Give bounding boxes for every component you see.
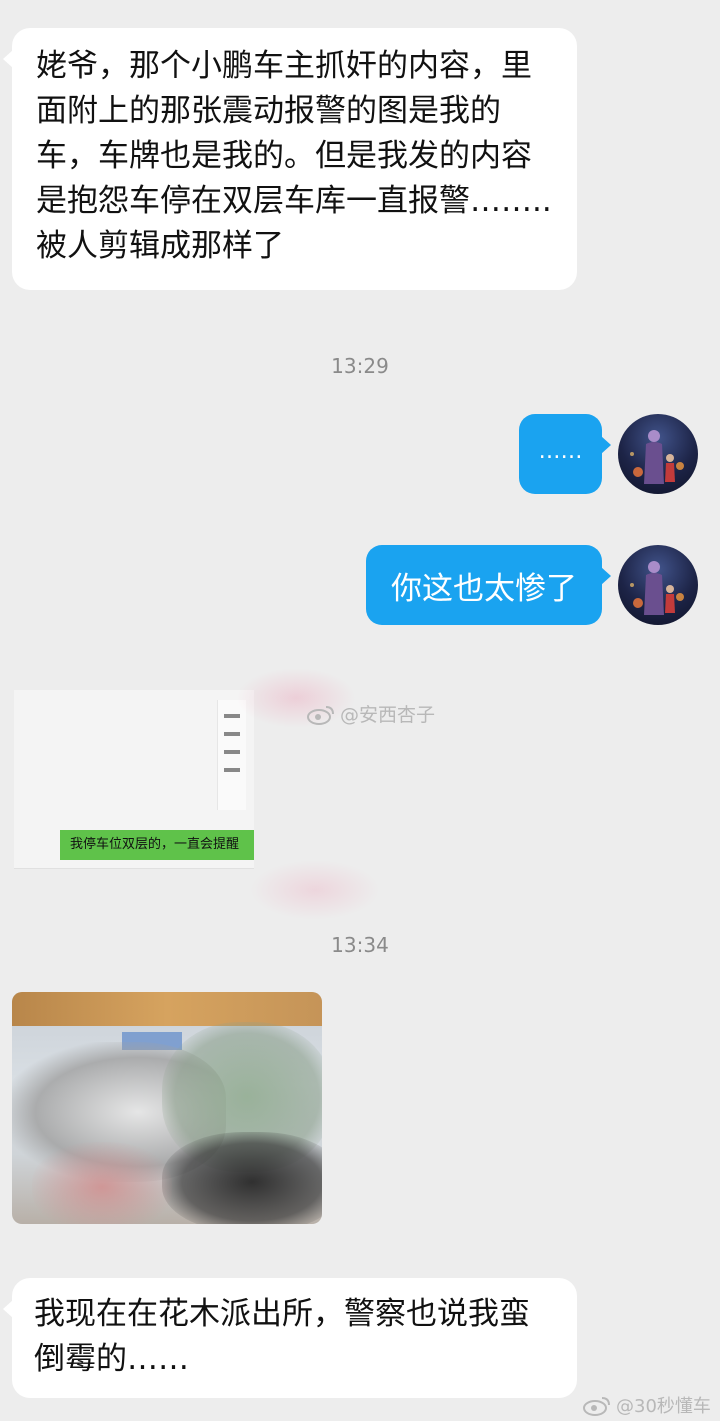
timestamp: 13:29 bbox=[331, 354, 389, 378]
weibo-icon bbox=[583, 1397, 610, 1416]
incoming-message-bubble[interactable]: 姥爷，那个小鹏车主抓奸的内容，里面附上的那张震动报警的图是我的车，车牌也是我的。… bbox=[3, 28, 577, 290]
avatar[interactable] bbox=[618, 414, 698, 494]
message-text: 姥爷，那个小鹏车主抓奸的内容，里面附上的那张震动报警的图是我的车，车牌也是我的。… bbox=[36, 48, 552, 264]
avatar-image bbox=[630, 430, 684, 484]
scribble-blur bbox=[32, 1142, 172, 1224]
outgoing-message-bubble[interactable]: …… bbox=[519, 414, 611, 494]
message-text: …… bbox=[538, 438, 583, 464]
photo-message[interactable] bbox=[12, 992, 322, 1224]
message-text: 你这也太惨了 bbox=[391, 570, 577, 607]
avatar-image bbox=[630, 561, 684, 615]
timestamp: 13:34 bbox=[331, 933, 389, 957]
watermark: @安西杏子 bbox=[306, 700, 435, 727]
watermark: @30秒懂车 bbox=[582, 1392, 711, 1418]
outgoing-message-bubble[interactable]: 你这也太惨了 bbox=[366, 545, 611, 625]
message-text: 我现在在花木派出所，警察也说我蛮倒霉的…… bbox=[34, 1296, 530, 1377]
avatar[interactable] bbox=[618, 545, 698, 625]
incoming-message-bubble[interactable]: 我现在在花木派出所，警察也说我蛮倒霉的…… bbox=[3, 1278, 577, 1398]
shared-screenshot[interactable]: 我停车位双层的，一直会提醒 bbox=[14, 690, 254, 869]
screenshot-side-strip bbox=[217, 700, 246, 810]
screenshot-caption: 我停车位双层的，一直会提醒 bbox=[60, 830, 254, 860]
scribble-blur bbox=[162, 1132, 322, 1224]
weibo-icon bbox=[307, 705, 334, 725]
ceiling bbox=[12, 992, 322, 1026]
smudge bbox=[250, 860, 380, 920]
